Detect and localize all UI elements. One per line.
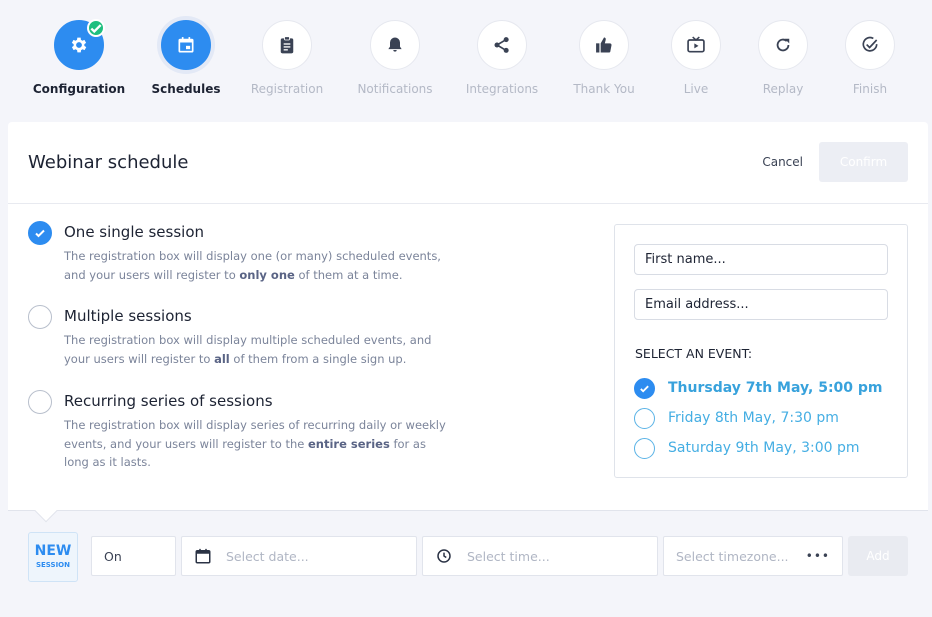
check-icon [640, 385, 649, 393]
step-circle [54, 19, 105, 70]
option-description: The registration box will display series… [64, 418, 446, 469]
step-label: Registration [250, 82, 324, 96]
step-notifications[interactable]: Notifications [340, 20, 450, 96]
tv-icon [687, 36, 705, 53]
option-title: One single session [64, 223, 205, 241]
new-label: NEW [34, 543, 72, 559]
more-icon[interactable]: ••• [806, 549, 830, 563]
radio-checked[interactable] [28, 221, 52, 245]
step-circle [370, 20, 420, 70]
clock-icon [437, 549, 451, 563]
calendar-icon [178, 37, 194, 53]
step-finish[interactable]: Finish [815, 20, 925, 96]
check-circle-icon [862, 36, 878, 52]
date-placeholder: Select date... [226, 548, 309, 564]
gear-icon [71, 37, 87, 53]
on-value: On [104, 548, 122, 564]
on-select[interactable]: On [91, 536, 176, 576]
step-circle [262, 20, 312, 70]
option-description: The registration box will display multip… [64, 333, 432, 366]
page-title: Webinar schedule [28, 152, 189, 173]
option-title: Recurring series of sessions [64, 392, 273, 410]
radio-unchecked[interactable] [28, 305, 52, 329]
event-label: Friday 8th May, 7:30 pm [668, 410, 839, 426]
step-circle [477, 20, 527, 70]
clipboard-icon [280, 36, 294, 54]
new-session-badge: NEW SESSION [28, 532, 78, 582]
timezone-placeholder: Select timezone... [676, 548, 789, 564]
pointer-notch [34, 499, 58, 523]
step-label: Integrations [465, 82, 539, 96]
step-circle [845, 20, 895, 70]
step-label: Finish [852, 82, 888, 96]
step-label: Configuration [32, 82, 126, 96]
session-label: SESSION [35, 561, 70, 569]
event-option[interactable]: Friday 8th May, 7:30 pm [634, 407, 839, 429]
event-radio-unchecked[interactable] [634, 437, 655, 459]
event-radio-checked[interactable] [634, 377, 655, 399]
first-name-field[interactable]: First name... [634, 244, 888, 275]
registration-preview: First name... Email address... SELECT AN… [614, 224, 908, 478]
select-event-label: SELECT AN EVENT: [635, 346, 753, 361]
step-registration[interactable]: Registration [232, 20, 342, 96]
radio-unchecked[interactable] [28, 390, 52, 414]
replay-icon [776, 38, 790, 52]
bell-icon [388, 37, 402, 52]
card-header: Webinar schedule Cancel Confirm [8, 122, 928, 204]
step-configuration[interactable]: Configuration [24, 19, 134, 96]
event-label: Thursday 7th May, 5:00 pm [668, 380, 883, 396]
option-title: Multiple sessions [64, 307, 192, 325]
completed-check-icon [87, 19, 105, 37]
step-circle [161, 20, 211, 70]
calendar-icon [195, 548, 211, 564]
schedule-card: Webinar schedule Cancel Confirm One sing… [8, 122, 928, 617]
event-label: Saturday 9th May, 3:00 pm [668, 440, 860, 456]
step-label: Schedules [151, 82, 221, 96]
email-field[interactable]: Email address... [634, 289, 888, 320]
event-radio-unchecked[interactable] [634, 407, 655, 429]
thumbs-up-icon [596, 37, 612, 53]
step-circle [579, 20, 629, 70]
step-circle [671, 20, 721, 70]
add-session-button[interactable]: Add [848, 536, 908, 576]
event-option[interactable]: Thursday 7th May, 5:00 pm [634, 377, 883, 399]
share-icon [494, 37, 509, 53]
time-input[interactable]: Select time... [422, 536, 658, 576]
step-schedules[interactable]: Schedules [131, 20, 241, 96]
new-session-bar: NEW SESSION On Select date... Select tim… [8, 499, 928, 617]
step-circle [758, 20, 808, 70]
option-description: The registration box will display one (o… [64, 249, 441, 282]
cancel-button[interactable]: Cancel [762, 155, 803, 169]
timezone-select[interactable]: Select timezone... ••• [663, 536, 843, 576]
step-label: Notifications [357, 82, 433, 96]
check-icon [35, 229, 45, 238]
wizard-stepper: Configuration Schedules Registration Not… [0, 0, 932, 122]
time-placeholder: Select time... [467, 548, 550, 564]
confirm-button[interactable]: Confirm [819, 142, 908, 182]
step-integrations[interactable]: Integrations [447, 20, 557, 96]
date-input[interactable]: Select date... [181, 536, 417, 576]
event-option[interactable]: Saturday 9th May, 3:00 pm [634, 437, 860, 459]
